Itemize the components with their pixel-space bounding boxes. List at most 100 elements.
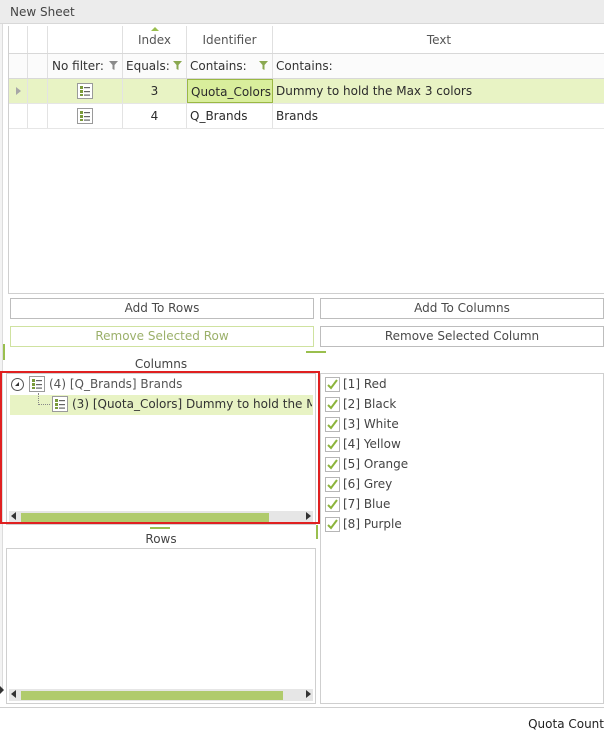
checkmark-icon — [327, 399, 338, 410]
data-grid: Index Identifier Text No filter: Equals:… — [8, 26, 604, 294]
cell-text[interactable]: Dummy to hold the Max 3 colors — [273, 79, 604, 103]
checkmark-icon — [327, 439, 338, 450]
scroll-thumb[interactable] — [21, 691, 283, 700]
row-indicator — [9, 79, 28, 103]
splitter-marker — [3, 344, 5, 360]
columns-label: Columns — [134, 357, 188, 371]
checkbox[interactable] — [325, 377, 340, 392]
check-label: [6] Grey — [343, 477, 393, 491]
cell-index[interactable]: 4 — [123, 104, 187, 128]
table-row[interactable]: 4 Q_Brands Brands — [9, 104, 604, 129]
checkbox[interactable] — [325, 497, 340, 512]
highlight-box — [0, 371, 320, 524]
checkmark-icon — [327, 499, 338, 510]
row-indicator — [9, 104, 28, 128]
row-blank-cell — [28, 104, 48, 128]
remove-selected-row-button[interactable]: Remove Selected Row — [10, 326, 314, 347]
checkbox[interactable] — [325, 397, 340, 412]
filter-cell-blank — [28, 54, 48, 78]
cell-identifier[interactable]: Quota_Colors — [187, 79, 273, 103]
check-item[interactable]: [6] Grey — [325, 475, 595, 495]
header-cell-icon — [48, 26, 123, 53]
checkbox[interactable] — [325, 457, 340, 472]
filter-identifier[interactable]: Contains: — [187, 54, 273, 78]
table-row[interactable]: 3 Quota_Colors Dummy to hold the Max 3 c… — [9, 79, 604, 104]
header-identifier[interactable]: Identifier — [187, 26, 273, 53]
cell-text-value: Dummy to hold the Max 3 colors — [276, 84, 473, 98]
check-item[interactable]: [5] Orange — [325, 455, 595, 475]
cell-text[interactable]: Brands — [273, 104, 604, 128]
list-icon — [77, 108, 93, 124]
filter-text[interactable]: Contains: — [273, 54, 604, 78]
status-text: Quota Count — [528, 717, 604, 731]
status-bar: Quota Count — [0, 707, 604, 737]
filter-icon[interactable] — [259, 61, 268, 70]
filter-cell-indicator — [9, 54, 28, 78]
splitter-grip[interactable] — [306, 351, 326, 353]
row-blank-cell — [28, 79, 48, 103]
cell-identifier[interactable]: Q_Brands — [187, 104, 273, 128]
header-cell-indicator — [9, 26, 28, 53]
checkbox[interactable] — [325, 417, 340, 432]
check-label: [7] Blue — [343, 497, 391, 511]
rows-tree-panel — [6, 548, 316, 704]
check-item[interactable]: [2] Black — [325, 395, 595, 415]
add-to-columns-button[interactable]: Add To Columns — [320, 298, 604, 319]
header-index[interactable]: Index — [123, 26, 187, 53]
filter-icon[interactable] — [173, 61, 182, 70]
checkbox[interactable] — [325, 477, 340, 492]
filter-equals-label: Equals: — [126, 59, 170, 73]
filter-no-filter-label: No filter: — [52, 59, 104, 73]
check-item[interactable]: [4] Yellow — [325, 435, 595, 455]
checkmark-icon — [327, 379, 338, 390]
filter-icon[interactable] — [109, 61, 118, 70]
sort-asc-icon — [151, 27, 159, 31]
values-checklist: [1] Red [2] Black [3] White [4] Yellow [… — [320, 373, 604, 704]
window-title: New Sheet — [10, 5, 75, 19]
check-item[interactable]: [8] Purple — [325, 515, 595, 535]
cell-index[interactable]: 3 — [123, 79, 187, 103]
cell-identifier-value: Quota_Colors — [191, 85, 272, 99]
cell-index-value: 3 — [150, 84, 159, 98]
title-bar — [0, 0, 604, 24]
edge-scroll-icon — [0, 686, 4, 694]
grid-header-row: Index Identifier Text — [9, 26, 604, 54]
header-index-label: Index — [137, 33, 172, 47]
checkbox[interactable] — [325, 437, 340, 452]
header-text-label: Text — [426, 33, 452, 47]
list-icon — [77, 83, 93, 99]
check-label: [4] Yellow — [343, 437, 401, 451]
scroll-left-icon[interactable] — [11, 690, 16, 698]
checkmark-icon — [327, 479, 338, 490]
horizontal-scrollbar[interactable] — [9, 689, 313, 701]
cell-index-value: 4 — [150, 109, 159, 123]
row-icon-cell — [48, 104, 123, 128]
filter-contains-label: Contains: — [190, 59, 247, 73]
checkmark-icon — [327, 459, 338, 470]
row-icon-cell — [48, 79, 123, 103]
scroll-right-icon[interactable] — [306, 690, 311, 698]
header-text[interactable]: Text — [273, 26, 604, 53]
row-arrow-icon — [16, 87, 21, 95]
cell-text-value: Brands — [276, 109, 318, 123]
filter-contains-label: Contains: — [276, 59, 333, 73]
rows-label: Rows — [145, 532, 177, 546]
check-item[interactable]: [1] Red — [325, 375, 595, 395]
remove-selected-column-button[interactable]: Remove Selected Column — [320, 326, 604, 347]
header-cell-blank — [28, 26, 48, 53]
filter-index[interactable]: Equals: — [123, 54, 187, 78]
checkmark-icon — [327, 519, 338, 530]
check-item[interactable]: [3] White — [325, 415, 595, 435]
splitter-marker — [316, 525, 318, 539]
cell-identifier-value: Q_Brands — [190, 109, 248, 123]
check-label: [1] Red — [343, 377, 387, 391]
header-identifier-label: Identifier — [202, 33, 257, 47]
check-item[interactable]: [7] Blue — [325, 495, 595, 515]
checkbox[interactable] — [325, 517, 340, 532]
check-label: [2] Black — [343, 397, 397, 411]
filter-icon-column[interactable]: No filter: — [48, 54, 123, 78]
splitter-grip[interactable] — [150, 527, 170, 529]
check-label: [5] Orange — [343, 457, 409, 471]
add-to-rows-button[interactable]: Add To Rows — [10, 298, 314, 319]
check-label: [8] Purple — [343, 517, 402, 531]
